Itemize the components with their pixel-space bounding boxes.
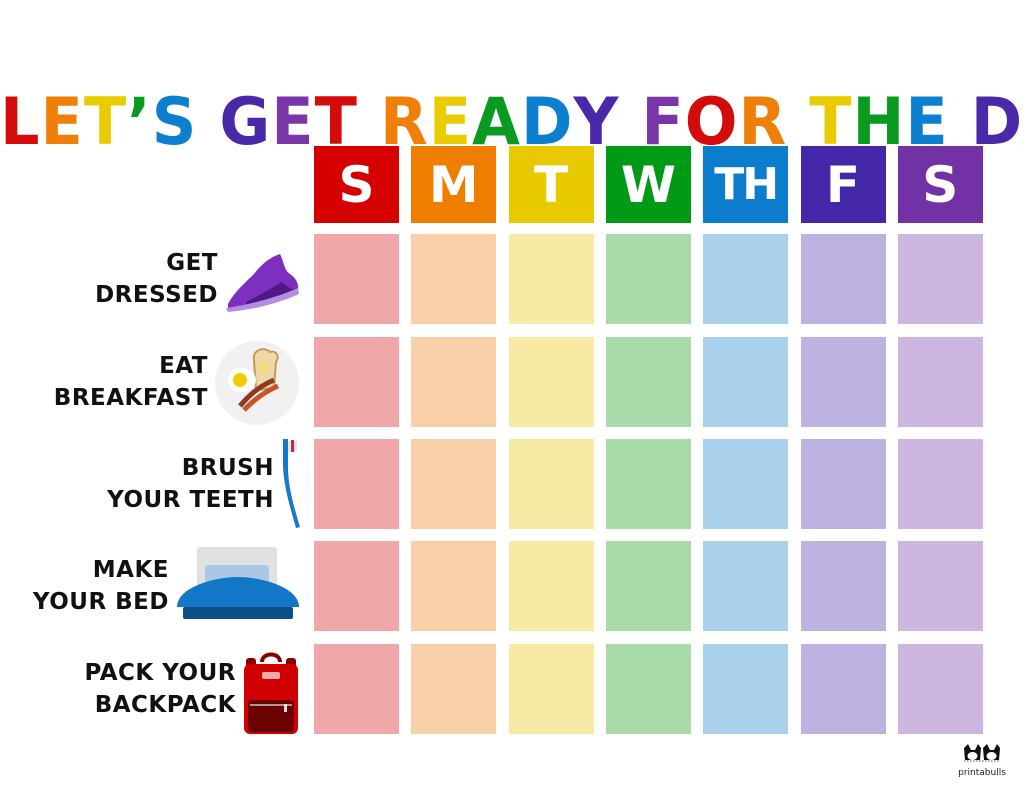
checkbox-cell[interactable] xyxy=(411,541,497,631)
title-letter: E xyxy=(40,82,84,160)
checkbox-cell[interactable] xyxy=(605,644,691,734)
checkbox-cell[interactable] xyxy=(897,234,983,324)
title-letter: E xyxy=(271,82,315,160)
checkbox-cell[interactable] xyxy=(703,439,789,529)
checkbox-cell[interactable] xyxy=(508,439,594,529)
task-label-line1: BRUSH xyxy=(181,455,274,481)
checkbox-cell[interactable] xyxy=(703,644,789,734)
title-letter: L xyxy=(0,82,41,160)
checkbox-cell[interactable] xyxy=(703,234,789,324)
task-row: BRUSH YOUR TEETH xyxy=(0,439,300,529)
task-label-line2: YOUR BED xyxy=(32,589,169,615)
checkbox-cell[interactable] xyxy=(314,234,399,324)
checkbox-cell[interactable] xyxy=(314,541,399,631)
task-label-line1: MAKE xyxy=(92,557,169,583)
bed-icon xyxy=(177,547,299,619)
checkbox-cell[interactable] xyxy=(605,337,691,427)
checkbox-cell[interactable] xyxy=(897,337,983,427)
checkbox-cell[interactable] xyxy=(508,234,594,324)
brand-name: printabulls xyxy=(958,768,1006,778)
checkbox-cell[interactable] xyxy=(800,644,886,734)
checkbox-cell[interactable] xyxy=(605,234,691,324)
task-label-line2: YOUR TEETH xyxy=(107,487,274,513)
sneaker-icon xyxy=(226,254,299,312)
day-header: S xyxy=(897,146,983,223)
checkbox-cell[interactable] xyxy=(897,541,983,631)
bulldog-logo-icon xyxy=(964,744,1000,762)
task-label-line1: PACK YOUR xyxy=(84,660,236,686)
task-label-line2: DRESSED xyxy=(95,282,218,308)
day-header: T xyxy=(508,146,594,223)
checkbox-cell[interactable] xyxy=(314,337,399,427)
checkbox-cell[interactable] xyxy=(800,439,886,529)
checkbox-cell[interactable] xyxy=(800,337,886,427)
brand-logo: printabulls xyxy=(952,744,1012,778)
backpack-icon xyxy=(244,652,298,734)
task-label: BRUSH YOUR TEETH xyxy=(107,452,274,516)
checkbox-cell[interactable] xyxy=(508,644,594,734)
breakfast-plate-icon xyxy=(215,341,299,425)
checkbox-cell[interactable] xyxy=(314,644,399,734)
day-header: M xyxy=(411,146,497,223)
checkbox-cell[interactable] xyxy=(411,234,497,324)
task-label-line1: GET xyxy=(166,250,218,276)
checkbox-cell[interactable] xyxy=(800,234,886,324)
task-label-line1: EAT xyxy=(159,353,208,379)
checkbox-cell[interactable] xyxy=(897,644,983,734)
checkbox-cell[interactable] xyxy=(508,541,594,631)
checkbox-cell[interactable] xyxy=(703,337,789,427)
day-header: W xyxy=(605,146,691,223)
task-label: MAKE YOUR BED xyxy=(33,554,169,618)
checkbox-cell[interactable] xyxy=(411,644,497,734)
checkbox-cell[interactable] xyxy=(703,541,789,631)
task-label-line2: BACKPACK xyxy=(94,692,236,718)
toothbrush-icon xyxy=(283,439,300,528)
title-letter: T xyxy=(83,82,128,160)
day-header: S xyxy=(314,146,399,223)
checkbox-cell[interactable] xyxy=(605,541,691,631)
task-label: GET DRESSED xyxy=(95,247,218,311)
task-label: EAT BREAKFAST xyxy=(54,350,208,414)
day-header: F xyxy=(800,146,886,223)
checkbox-cell[interactable] xyxy=(605,439,691,529)
title-letter: ’ xyxy=(127,82,152,160)
task-label-line2: BREAKFAST xyxy=(53,385,208,411)
title-letter: G xyxy=(219,82,272,160)
task-label: PACK YOUR BACKPACK xyxy=(84,657,236,721)
title-letter: S xyxy=(151,82,198,160)
checkbox-cell[interactable] xyxy=(411,439,497,529)
checkbox-cell[interactable] xyxy=(508,337,594,427)
checkbox-cell[interactable] xyxy=(800,541,886,631)
checkbox-cell[interactable] xyxy=(897,439,983,529)
checkbox-cell[interactable] xyxy=(314,439,399,529)
checkbox-cell[interactable] xyxy=(411,337,497,427)
day-header: TH xyxy=(703,146,789,223)
